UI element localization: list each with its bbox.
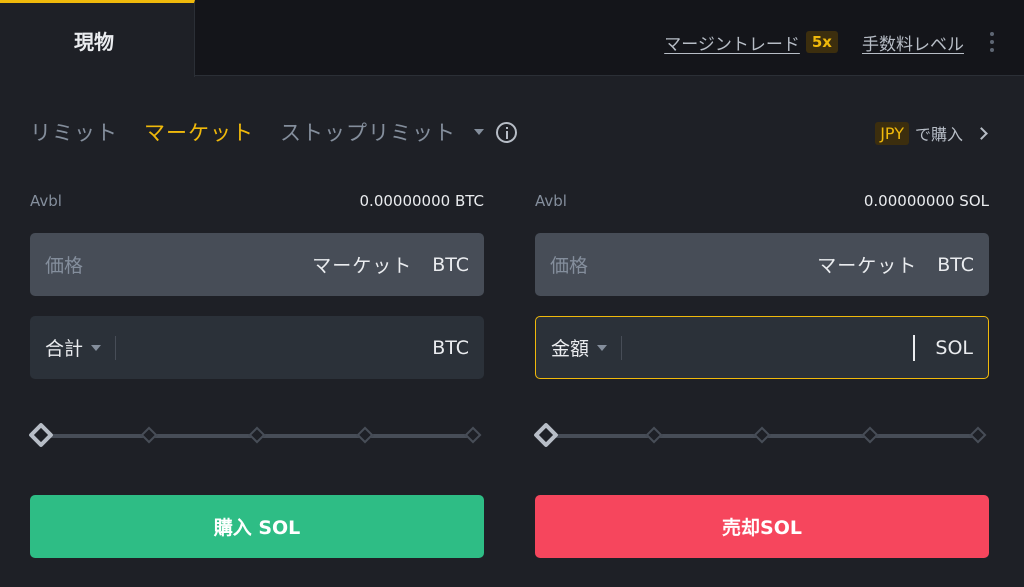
slider-node-25[interactable]	[645, 426, 663, 444]
slider-thumb[interactable]	[28, 422, 54, 448]
buy-price-value: マーケット	[312, 255, 413, 277]
slider-node-50[interactable]	[753, 426, 771, 444]
tab-spot[interactable]: 現物	[0, 0, 195, 77]
buy-total-unit: BTC	[432, 336, 469, 359]
more-vertical-icon[interactable]	[990, 32, 994, 52]
buy-avbl-label: Avbl	[30, 192, 62, 210]
buy-button[interactable]: 購入 SOL	[30, 495, 484, 558]
sell-panel: Avbl 0.00000000 SOL 価格 マーケット BTC 金額 SOL …	[533, 186, 989, 558]
chevron-down-icon	[91, 344, 102, 351]
slider-node-75[interactable]	[861, 426, 879, 444]
fee-level-link[interactable]: 手数料レベル	[862, 30, 964, 55]
order-type-tabs: リミット マーケット ストップリミット	[30, 116, 517, 148]
buy-with-label: で購入	[914, 125, 963, 144]
sell-amount-unit: SOL	[935, 336, 973, 359]
sell-amount-slider[interactable]	[533, 422, 989, 448]
tab-stop-limit[interactable]: ストップリミット	[280, 117, 456, 147]
slider-node-100[interactable]	[969, 426, 987, 444]
text-cursor	[913, 334, 916, 361]
tab-spot-label: 現物	[74, 29, 114, 54]
tab-limit[interactable]: リミット	[30, 117, 118, 147]
chevron-down-icon[interactable]	[474, 129, 484, 135]
sell-price-field: 価格 マーケット BTC	[535, 233, 989, 296]
buy-total-select-label: 合計	[45, 338, 84, 360]
slider-thumb[interactable]	[533, 422, 559, 448]
leverage-badge: 5x	[805, 31, 838, 53]
sell-available-row: Avbl 0.00000000 SOL	[535, 186, 989, 216]
header-bar: 現物 マージントレード 5x 手数料レベル	[0, 0, 1024, 77]
sell-amount-field: 金額 SOL	[535, 316, 989, 379]
sell-amount-select-label: 金額	[551, 338, 590, 360]
slider-node-50[interactable]	[248, 426, 266, 444]
buy-amount-slider[interactable]	[28, 422, 484, 448]
buy-price-field: 価格 マーケット BTC	[30, 233, 484, 296]
sell-amount-input[interactable]	[622, 336, 908, 359]
info-icon[interactable]	[496, 121, 517, 143]
margin-trade-link[interactable]: マージントレード	[664, 30, 800, 55]
sell-price-unit: BTC	[937, 253, 974, 276]
slider-node-75[interactable]	[356, 426, 374, 444]
slider-node-25[interactable]	[140, 426, 158, 444]
buy-total-select[interactable]: 合計	[45, 334, 102, 361]
sell-price-value: マーケット	[817, 255, 918, 277]
sell-amount-select[interactable]: 金額	[551, 334, 608, 361]
buy-available-row: Avbl 0.00000000 BTC	[30, 186, 484, 216]
sell-button[interactable]: 売却SOL	[535, 495, 989, 558]
chevron-right-icon	[975, 126, 988, 140]
tab-market[interactable]: マーケット	[144, 117, 254, 147]
buy-with-currency-link[interactable]: JPY で購入	[875, 121, 988, 145]
sell-price-label: 価格	[550, 255, 589, 277]
chevron-down-icon	[597, 344, 608, 351]
slider-node-100[interactable]	[464, 426, 482, 444]
currency-badge: JPY	[875, 121, 909, 145]
header-links: マージントレード 5x 手数料レベル	[664, 28, 1024, 56]
sell-avbl-label: Avbl	[535, 192, 567, 210]
buy-panel: Avbl 0.00000000 BTC 価格 マーケット BTC 合計 BTC …	[28, 186, 484, 558]
buy-total-input[interactable]	[116, 336, 413, 359]
buy-total-field: 合計 BTC	[30, 316, 484, 379]
buy-avbl-value: 0.00000000 BTC	[359, 192, 484, 210]
buy-price-unit: BTC	[432, 253, 469, 276]
sell-avbl-value: 0.00000000 SOL	[863, 192, 989, 210]
buy-price-label: 価格	[45, 255, 84, 277]
